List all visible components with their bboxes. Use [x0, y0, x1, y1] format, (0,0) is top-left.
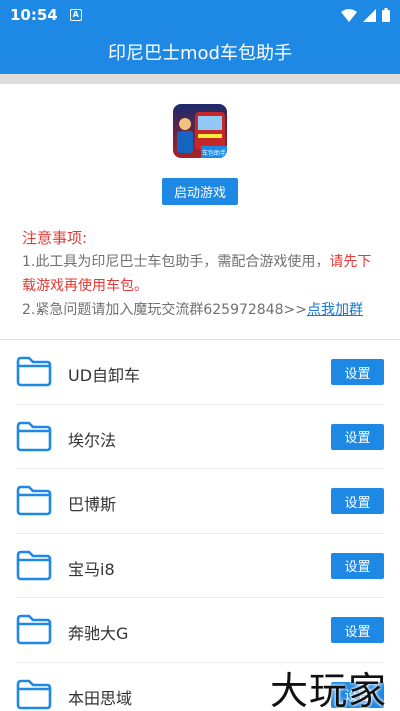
settings-button[interactable]: 设置 [331, 488, 384, 514]
game-app-icon: 车包助手 [173, 104, 227, 158]
item-name: 宝马i8 [68, 559, 115, 579]
settings-button[interactable]: 设置 [331, 359, 384, 385]
notice-block: 注意事项: 1.此工具为印尼巴士车包助手，需配合游戏使用，请先下载游戏再使用车包… [22, 226, 382, 322]
wifi-icon [341, 8, 357, 22]
notice-line-2-text: 2.紧急问题请加入魔玩交流群625972848>> [22, 302, 307, 318]
item-name: UD自卸车 [68, 366, 141, 385]
notice-line-1-text: 1.此工具为印尼巴士车包助手，需配合游戏使用， [22, 254, 330, 270]
vehicle-list: UD自卸车 设置 埃尔法 设置 巴博斯 设置 宝马i8 设置 奔驰大G 设置 本… [0, 340, 400, 711]
status-time: 10:54 [10, 6, 58, 24]
settings-button[interactable]: 设置 [331, 617, 384, 643]
folder-icon [16, 679, 52, 709]
folder-icon [16, 485, 52, 516]
list-item: 巴博斯 设置 [16, 469, 384, 534]
list-item: UD自卸车 设置 [16, 340, 384, 405]
item-name: 巴博斯 [68, 495, 117, 514]
folder-icon [16, 421, 52, 451]
folder-icon [16, 614, 52, 645]
app-bar-divider [0, 74, 400, 84]
join-group-link[interactable]: 点我加群 [307, 302, 363, 318]
list-item: 宝马i8 设置 [16, 534, 384, 598]
notice-line-1: 1.此工具为印尼巴士车包助手，需配合游戏使用，请先下载游戏再使用车包。 [22, 250, 382, 298]
battery-icon [382, 8, 390, 22]
app-title: 印尼巴士mod车包助手 [108, 43, 292, 64]
app-bar: 印尼巴士mod车包助手 [0, 30, 400, 74]
notice-title: 注意事项: [22, 229, 88, 247]
item-name: 本田思域 [68, 688, 133, 708]
status-bar: 10:54 A [0, 0, 400, 30]
watermark-logo: 大玩家 [270, 669, 388, 711]
signal-icon [363, 8, 376, 22]
folder-icon [16, 550, 52, 580]
start-game-button[interactable]: 启动游戏 [162, 178, 238, 205]
notification-icon: A [69, 9, 82, 21]
settings-button[interactable]: 设置 [331, 423, 384, 450]
list-item: 埃尔法 设置 [16, 405, 384, 469]
list-item: 奔驰大G 设置 [16, 598, 384, 663]
item-name: 奔驰大G [68, 624, 129, 643]
settings-button[interactable]: 设置 [331, 552, 384, 579]
notice-line-2: 2.紧急问题请加入魔玩交流群625972848>>点我加群 [22, 298, 382, 322]
item-name: 埃尔法 [68, 430, 117, 450]
folder-icon [16, 356, 52, 387]
app-icon-caption: 车包助手 [202, 149, 226, 157]
